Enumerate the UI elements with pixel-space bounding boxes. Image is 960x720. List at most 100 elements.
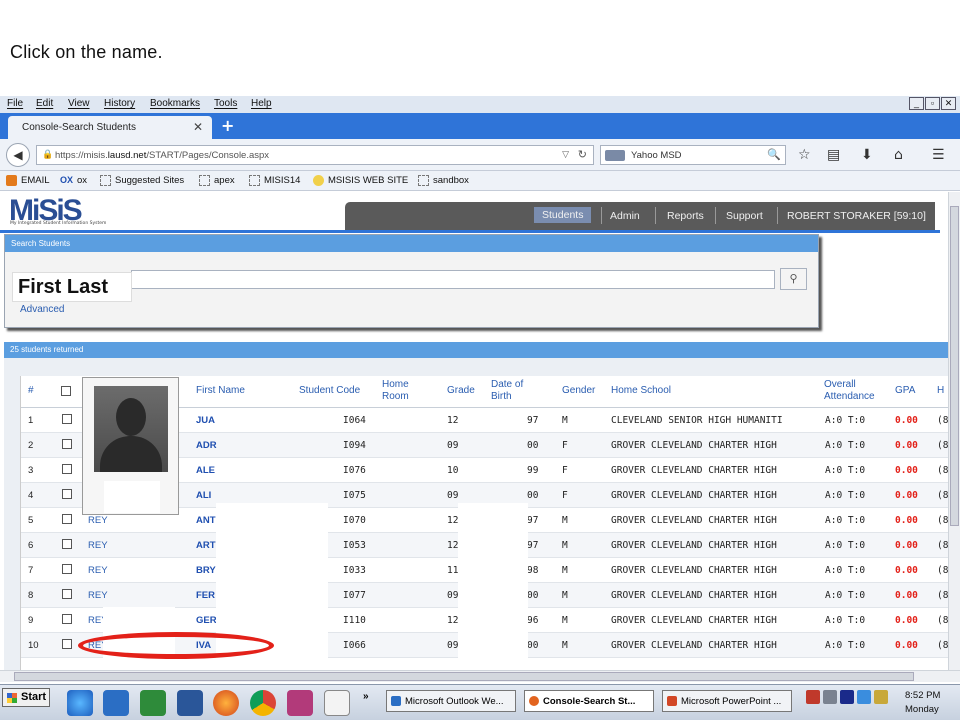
menu-tools[interactable]: Tools	[214, 98, 237, 109]
bookmark-sandbox[interactable]: sandbox	[418, 175, 469, 186]
nav-students[interactable]: Students	[534, 207, 592, 223]
first-name-link[interactable]: GER	[196, 615, 217, 626]
download-icon[interactable]: ⬇	[861, 147, 873, 163]
col-student-code[interactable]: Student Code	[299, 376, 360, 406]
vertical-scrollbar[interactable]	[948, 192, 960, 670]
select-all-checkbox[interactable]	[61, 386, 71, 396]
clock[interactable]: 8:52 PM Monday	[905, 689, 940, 717]
taskbar-overflow[interactable]: »	[363, 691, 369, 702]
word-icon[interactable]	[177, 690, 203, 716]
search-button[interactable]: ⚲	[780, 268, 807, 290]
bookmark-misis14[interactable]: MISIS14	[249, 175, 300, 186]
close-window-button[interactable]: ✕	[941, 97, 956, 110]
last-name-link[interactable]: REY	[88, 590, 108, 601]
reading-list-icon[interactable]: ▤	[827, 147, 840, 163]
row-checkbox[interactable]	[62, 639, 72, 649]
row-checkbox[interactable]	[62, 439, 72, 449]
chrome-icon[interactable]	[250, 690, 276, 716]
menu-view[interactable]: View	[68, 98, 90, 109]
first-name-link[interactable]: ANT	[196, 515, 216, 526]
url-dropdown-icon[interactable]: ▽	[562, 149, 569, 160]
first-name-link[interactable]: ALE	[196, 465, 215, 476]
menu-icon[interactable]: ☰	[932, 147, 945, 163]
bookmark-apex[interactable]: apex	[199, 175, 235, 186]
media-icon[interactable]	[840, 690, 854, 704]
new-tab-button[interactable]: +	[221, 116, 234, 135]
row-checkbox[interactable]	[62, 414, 72, 424]
row-checkbox[interactable]	[62, 564, 72, 574]
col-grade[interactable]: Grade	[447, 376, 475, 406]
first-name-link[interactable]: BRY	[196, 565, 216, 576]
bookmark-ox[interactable]: OX ox	[60, 175, 87, 186]
outlook-app-icon[interactable]	[103, 690, 129, 716]
menu-history[interactable]: History	[104, 98, 135, 109]
student-search-input[interactable]	[131, 270, 775, 289]
app-icon[interactable]	[287, 690, 313, 716]
advanced-link[interactable]: Advanced	[20, 304, 64, 315]
search-engine-icon[interactable]	[605, 150, 625, 161]
row-checkbox[interactable]	[62, 539, 72, 549]
search-icon[interactable]: 🔍	[767, 148, 781, 161]
task-console-search[interactable]: Console-Search St...	[524, 690, 654, 712]
col-h[interactable]: H	[937, 376, 944, 406]
excel-icon[interactable]	[140, 690, 166, 716]
reload-icon[interactable]: ↻	[578, 148, 587, 161]
start-button[interactable]: Start	[2, 688, 50, 707]
last-name-link[interactable]: REY	[88, 515, 108, 526]
minimize-button[interactable]: _	[909, 97, 924, 110]
bookmark-email[interactable]: EMAIL	[6, 175, 50, 186]
col-num[interactable]: #	[28, 376, 34, 406]
nav-admin[interactable]: Admin	[610, 210, 640, 222]
scroll-thumb[interactable]	[14, 672, 914, 681]
pen-icon[interactable]	[874, 690, 888, 704]
task-outlook[interactable]: Microsoft Outlook We...	[386, 690, 516, 712]
bookmark-msisis-web-site[interactable]: MSISIS WEB SITE	[313, 175, 408, 186]
first-name-link[interactable]: ALI	[196, 490, 211, 501]
url-bar[interactable]: 🔒 https://misis.lausd.net/START/Pages/Co…	[36, 145, 594, 165]
col-select-all[interactable]	[61, 376, 71, 406]
firefox-icon[interactable]	[213, 690, 239, 716]
horizontal-scrollbar[interactable]	[0, 670, 960, 682]
close-tab-icon[interactable]: ✕	[193, 120, 203, 134]
col-dob[interactable]: Date of Birth	[491, 376, 533, 406]
search-bar[interactable]: Yahoo MSD 🔍	[600, 145, 786, 165]
nav-user[interactable]: ROBERT STORAKER [59:10]	[787, 210, 926, 222]
row-checkbox[interactable]	[62, 489, 72, 499]
display-icon[interactable]	[857, 690, 871, 704]
last-name-link[interactable]: REY	[88, 565, 108, 576]
row-checkbox[interactable]	[62, 464, 72, 474]
menu-edit[interactable]: Edit	[36, 98, 53, 109]
last-name-link[interactable]: REY	[88, 540, 108, 551]
menu-file[interactable]: File	[7, 98, 23, 109]
task-powerpoint[interactable]: Microsoft PowerPoint ...	[662, 690, 792, 712]
first-name-link[interactable]: FER	[196, 590, 215, 601]
col-attendance[interactable]: Overall Attendance	[824, 376, 886, 406]
misis-logo[interactable]: MiSiS My Integrated Student Information …	[9, 194, 119, 227]
row-checkbox[interactable]	[62, 614, 72, 624]
col-gender[interactable]: Gender	[562, 376, 595, 406]
col-first-name[interactable]: First Name	[196, 376, 245, 406]
home-icon[interactable]: ⌂	[894, 147, 903, 163]
bookmark-suggested-sites[interactable]: Suggested Sites	[100, 175, 184, 186]
apps-grid-icon[interactable]	[324, 690, 350, 716]
col-home-room[interactable]: Home Room	[382, 376, 422, 406]
tab-console-search[interactable]: Console-Search Students ✕	[8, 116, 212, 139]
col-gpa[interactable]: GPA	[895, 376, 915, 406]
row-checkbox[interactable]	[62, 514, 72, 524]
first-name-link[interactable]: ADR	[196, 440, 217, 451]
star-icon[interactable]: ☆	[798, 147, 811, 163]
menu-help[interactable]: Help	[251, 98, 272, 109]
menu-bookmarks[interactable]: Bookmarks	[150, 98, 200, 109]
first-name-link[interactable]: ART	[196, 540, 216, 551]
col-home-school[interactable]: Home School	[611, 376, 671, 406]
first-name-link[interactable]: JUA	[196, 415, 215, 426]
network-icon[interactable]	[823, 690, 837, 704]
nav-reports[interactable]: Reports	[667, 210, 704, 222]
back-button[interactable]: ◀	[6, 143, 30, 167]
scroll-thumb[interactable]	[950, 206, 959, 526]
shield-icon[interactable]	[806, 690, 820, 704]
restore-button[interactable]: ▫	[925, 97, 940, 110]
ie-icon[interactable]	[67, 690, 93, 716]
nav-support[interactable]: Support	[726, 210, 763, 222]
row-checkbox[interactable]	[62, 589, 72, 599]
